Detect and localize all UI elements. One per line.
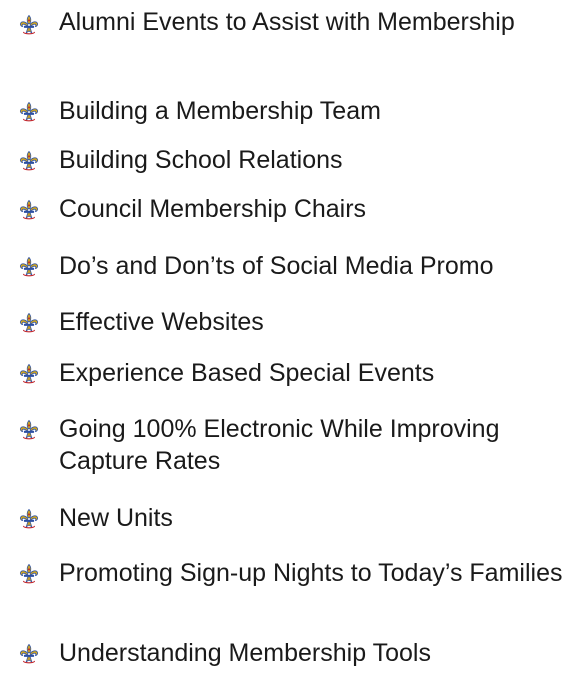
fleur-de-lis-icon bbox=[18, 363, 40, 385]
topic-label: Experience Based Special Events bbox=[59, 359, 435, 387]
topic-label: Building a Membership Team bbox=[59, 97, 381, 125]
topic-label: Building School Relations bbox=[59, 146, 343, 174]
fleur-de-lis-icon bbox=[18, 643, 40, 665]
fleur-de-lis-icon bbox=[18, 508, 40, 530]
topic-label: Do’s and Don’ts of Social Media Promo bbox=[59, 252, 494, 280]
fleur-de-lis-icon bbox=[18, 199, 40, 221]
fleur-de-lis-icon bbox=[18, 150, 40, 172]
topic-label: New Units bbox=[59, 504, 173, 532]
fleur-de-lis-icon bbox=[18, 312, 40, 334]
fleur-de-lis-icon bbox=[18, 563, 40, 585]
topic-label: Alumni Events to Assist with Membership bbox=[59, 8, 515, 36]
topic-label: Effective Websites bbox=[59, 308, 264, 336]
fleur-de-lis-icon bbox=[18, 256, 40, 278]
topic-label: Council Membership Chairs bbox=[59, 195, 367, 223]
topic-label: Going 100% Electronic While Improving Ca… bbox=[59, 415, 500, 475]
fleur-de-lis-icon bbox=[18, 101, 40, 123]
fleur-de-lis-icon bbox=[18, 14, 40, 36]
topic-label: Understanding Membership Tools bbox=[59, 639, 431, 667]
topic-label: Promoting Sign-up Nights to Today’s Fami… bbox=[59, 559, 563, 587]
fleur-de-lis-icon bbox=[18, 419, 40, 441]
